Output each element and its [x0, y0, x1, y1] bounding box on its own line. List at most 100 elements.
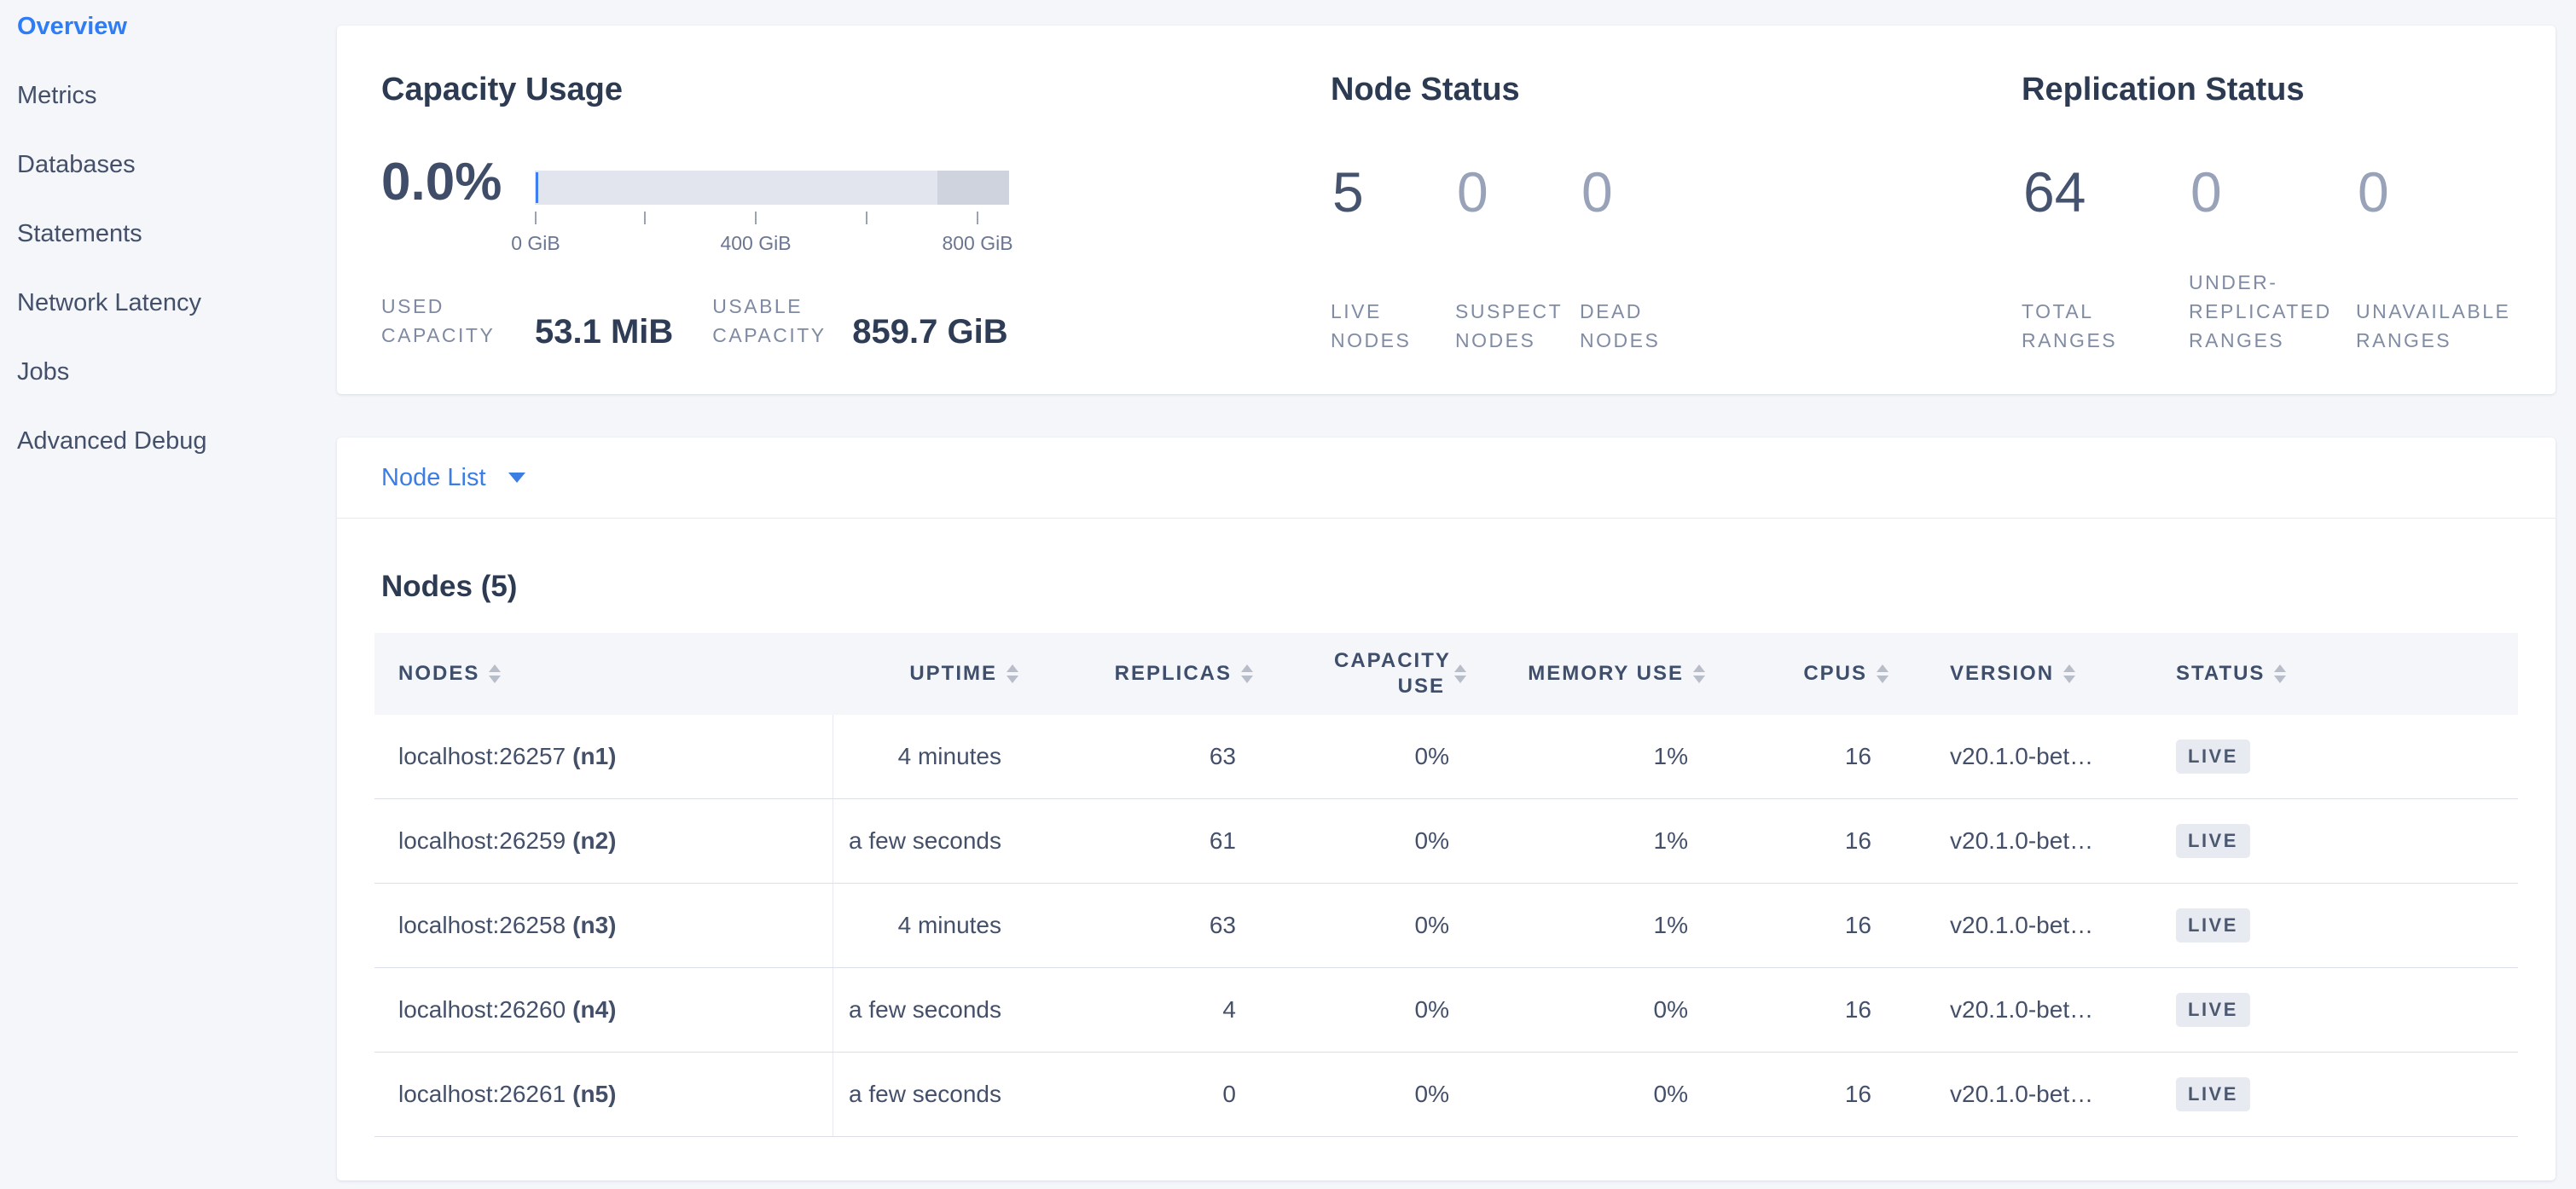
uptime-cell: a few seconds — [833, 996, 1018, 1024]
unavailable-ranges-value: 0 — [2358, 164, 2525, 220]
sort-icon — [1007, 664, 1018, 683]
capacity-stats: USED CAPACITY 53.1 MiB USABLE CAPACITY 8… — [381, 292, 1008, 350]
sidebar-item-jobs[interactable]: Jobs — [17, 359, 337, 385]
sort-icon — [2274, 664, 2286, 683]
capacity-usage-title: Capacity Usage — [381, 70, 1303, 109]
capacity-usage-panel: Capacity Usage 0.0% 0 GiB 400 GiB 800 Gi… — [381, 70, 1303, 355]
status-cell: LIVE — [2132, 824, 2518, 858]
cluster-summary-card: Capacity Usage 0.0% 0 GiB 400 GiB 800 Gi… — [337, 26, 2556, 394]
caret-down-icon — [508, 473, 525, 483]
uptime-cell: 4 minutes — [833, 743, 1018, 770]
sidebar-item-databases[interactable]: Databases — [17, 152, 337, 177]
table-row[interactable]: localhost:26261(n5) a few seconds 0 0% 0… — [374, 1053, 2518, 1137]
replicas-cell: 4 — [1018, 996, 1253, 1024]
capacity-use-cell: 0% — [1253, 827, 1466, 855]
capacity-bar-track — [535, 171, 1009, 205]
column-header-capacity-use[interactable]: CAPACITY USE — [1253, 648, 1466, 699]
dead-nodes-label: DEAD NODES — [1580, 297, 1704, 355]
status-badge: LIVE — [2176, 740, 2250, 774]
axis-tick-label: 800 GiB — [909, 232, 1046, 255]
column-header-status[interactable]: STATUS — [2132, 661, 2518, 687]
uptime-cell: 4 minutes — [833, 912, 1018, 939]
uptime-cell: a few seconds — [833, 827, 1018, 855]
cpus-cell: 16 — [1705, 996, 1888, 1024]
version-cell: v20.1.0-bet… — [1888, 912, 2132, 939]
nodes-table-title: Nodes (5) — [381, 568, 2556, 606]
memory-use-cell: 0% — [1466, 1081, 1705, 1108]
suspect-nodes-value: 0 — [1457, 164, 1581, 220]
sort-icon — [489, 664, 501, 683]
sidebar-item-statements[interactable]: Statements — [17, 221, 337, 246]
axis-tick — [977, 212, 978, 224]
version-cell: v20.1.0-bet… — [1888, 827, 2132, 855]
total-ranges-value: 64 — [2023, 164, 2190, 220]
node-address-cell: localhost:26258(n3) — [374, 884, 833, 967]
node-status-values: 5 0 0 — [1332, 164, 1706, 220]
status-badge: LIVE — [2176, 824, 2250, 858]
uptime-cell: a few seconds — [833, 1081, 1018, 1108]
sidebar-item-advanced-debug[interactable]: Advanced Debug — [17, 428, 337, 454]
sidebar-item-overview[interactable]: Overview — [17, 14, 337, 39]
axis-tick — [535, 212, 537, 224]
replication-status-panel: Replication Status 64 0 0 TOTAL RANGES U… — [2022, 70, 2546, 355]
nodes-table-header: NODES UPTIME REPLICAS CAPACITY USE MEMOR… — [374, 633, 2518, 715]
capacity-use-cell: 0% — [1253, 996, 1466, 1024]
column-header-memory-use[interactable]: MEMORY USE — [1466, 661, 1705, 687]
replicas-cell: 0 — [1018, 1081, 1253, 1108]
cpus-cell: 16 — [1705, 827, 1888, 855]
table-row[interactable]: localhost:26258(n3) 4 minutes 63 0% 1% 1… — [374, 884, 2518, 968]
axis-tick-label: 400 GiB — [688, 232, 824, 255]
column-header-uptime[interactable]: UPTIME — [833, 661, 1018, 687]
node-list-label: Node List — [381, 464, 486, 492]
table-row[interactable]: localhost:26260(n4) a few seconds 4 0% 0… — [374, 968, 2518, 1053]
sidebar: Overview Metrics Databases Statements Ne… — [0, 0, 337, 1189]
status-cell: LIVE — [2132, 740, 2518, 774]
column-header-version[interactable]: VERSION — [1888, 661, 2132, 687]
node-status-labels: LIVE NODES SUSPECT NODES DEAD NODES — [1331, 297, 1987, 355]
column-header-replicas[interactable]: REPLICAS — [1018, 661, 1253, 687]
cpus-cell: 16 — [1705, 743, 1888, 770]
usable-capacity-value: 859.7 GiB — [852, 315, 1007, 350]
axis-tick — [866, 212, 867, 224]
sort-icon — [1693, 664, 1705, 683]
memory-use-cell: 1% — [1466, 743, 1705, 770]
status-cell: LIVE — [2132, 993, 2518, 1027]
unavailable-ranges-label: UNAVAILABLE RANGES — [2356, 297, 2523, 355]
under-replicated-ranges-label: UNDER-REPLICATED RANGES — [2189, 268, 2356, 355]
table-row[interactable]: localhost:26257(n1) 4 minutes 63 0% 1% 1… — [374, 715, 2518, 799]
node-address-cell: localhost:26257(n1) — [374, 715, 833, 798]
replication-status-title: Replication Status — [2022, 70, 2546, 109]
nodes-table: NODES UPTIME REPLICAS CAPACITY USE MEMOR… — [374, 633, 2518, 1137]
node-status-panel: Node Status 5 0 0 LIVE NODES SUSPECT NOD… — [1331, 70, 1987, 355]
status-cell: LIVE — [2132, 1077, 2518, 1111]
replication-values: 64 0 0 — [2023, 164, 2525, 220]
version-cell: v20.1.0-bet… — [1888, 996, 2132, 1024]
memory-use-cell: 1% — [1466, 827, 1705, 855]
replicas-cell: 63 — [1018, 912, 1253, 939]
axis-tick — [644, 212, 646, 224]
memory-use-cell: 1% — [1466, 912, 1705, 939]
cpus-cell: 16 — [1705, 1081, 1888, 1108]
column-header-nodes[interactable]: NODES — [374, 633, 833, 715]
column-header-cpus[interactable]: CPUS — [1705, 661, 1888, 687]
status-badge: LIVE — [2176, 1077, 2250, 1111]
capacity-use-cell: 0% — [1253, 912, 1466, 939]
status-badge: LIVE — [2176, 993, 2250, 1027]
sort-icon — [1241, 664, 1253, 683]
node-status-title: Node Status — [1331, 70, 1987, 109]
table-row[interactable]: localhost:26259(n2) a few seconds 61 0% … — [374, 799, 2518, 884]
used-capacity-value: 53.1 MiB — [535, 315, 673, 350]
cpus-cell: 16 — [1705, 912, 1888, 939]
node-address-cell: localhost:26261(n5) — [374, 1053, 833, 1136]
version-cell: v20.1.0-bet… — [1888, 743, 2132, 770]
dead-nodes-value: 0 — [1581, 164, 1706, 220]
status-cell: LIVE — [2132, 908, 2518, 942]
node-list-dropdown[interactable]: Node List — [337, 438, 2556, 519]
nodes-card: Node List Nodes (5) NODES UPTIME REPLICA… — [337, 438, 2556, 1180]
sidebar-item-metrics[interactable]: Metrics — [17, 83, 337, 108]
under-replicated-ranges-value: 0 — [2190, 164, 2358, 220]
usable-capacity-label: USABLE CAPACITY — [712, 292, 847, 350]
capacity-use-cell: 0% — [1253, 743, 1466, 770]
sidebar-item-network-latency[interactable]: Network Latency — [17, 290, 337, 316]
replication-labels: TOTAL RANGES UNDER-REPLICATED RANGES UNA… — [2022, 268, 2546, 355]
